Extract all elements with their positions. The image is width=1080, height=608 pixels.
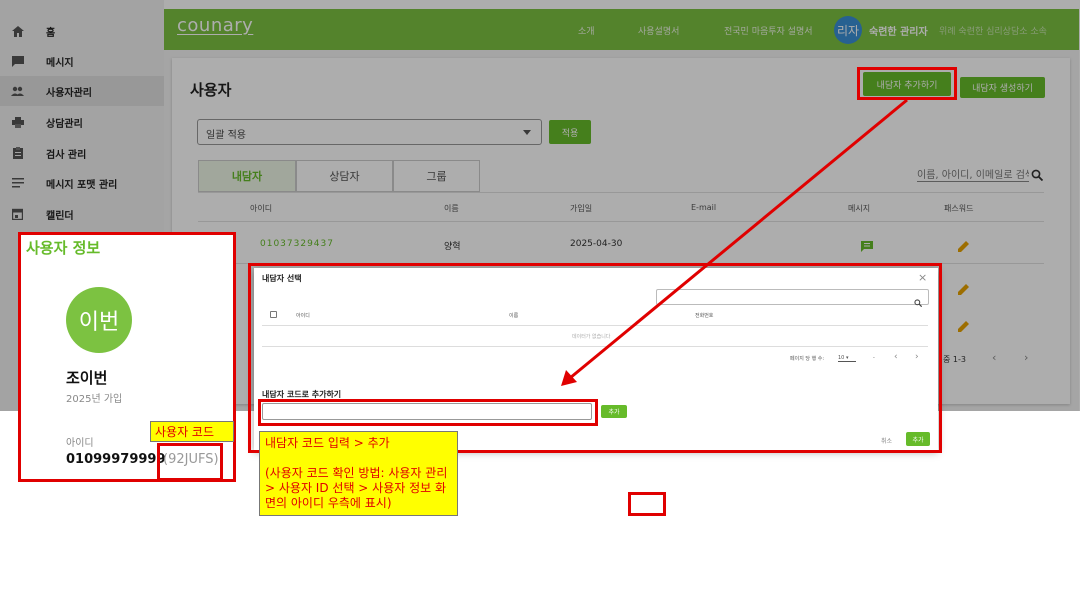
instruction-title: 내담자 코드 입력 > 추가 bbox=[265, 436, 390, 450]
profile-id-label: 아이디 bbox=[66, 438, 94, 449]
highlight-add-client-button bbox=[857, 67, 957, 100]
user-code-callout: 사용자 코드 bbox=[150, 421, 234, 442]
instruction-callout: 내담자 코드 입력 > 추가 (사용자 코드 확인 방법: 사용자 관리 > 사… bbox=[259, 431, 458, 516]
instruction-body: (사용자 코드 확인 방법: 사용자 관리 > 사용자 ID 선택 > 사용자 … bbox=[265, 466, 448, 510]
profile-name: 조이번 bbox=[66, 369, 108, 387]
profile-joined: 2025년 가입 bbox=[66, 394, 123, 405]
profile-id: 01099979999 bbox=[66, 452, 166, 467]
screen: 홈 메시지 사용자관리 상담관리 검사 관리 메시지 포맷 관리 캘린더 cou… bbox=[0, 0, 1080, 608]
profile-section-title: 사용자 정보 bbox=[26, 239, 101, 257]
highlight-code-input bbox=[258, 399, 598, 426]
highlight-user-code bbox=[157, 443, 223, 481]
highlight-box bbox=[628, 492, 666, 516]
profile-avatar: 이번 bbox=[66, 287, 132, 353]
